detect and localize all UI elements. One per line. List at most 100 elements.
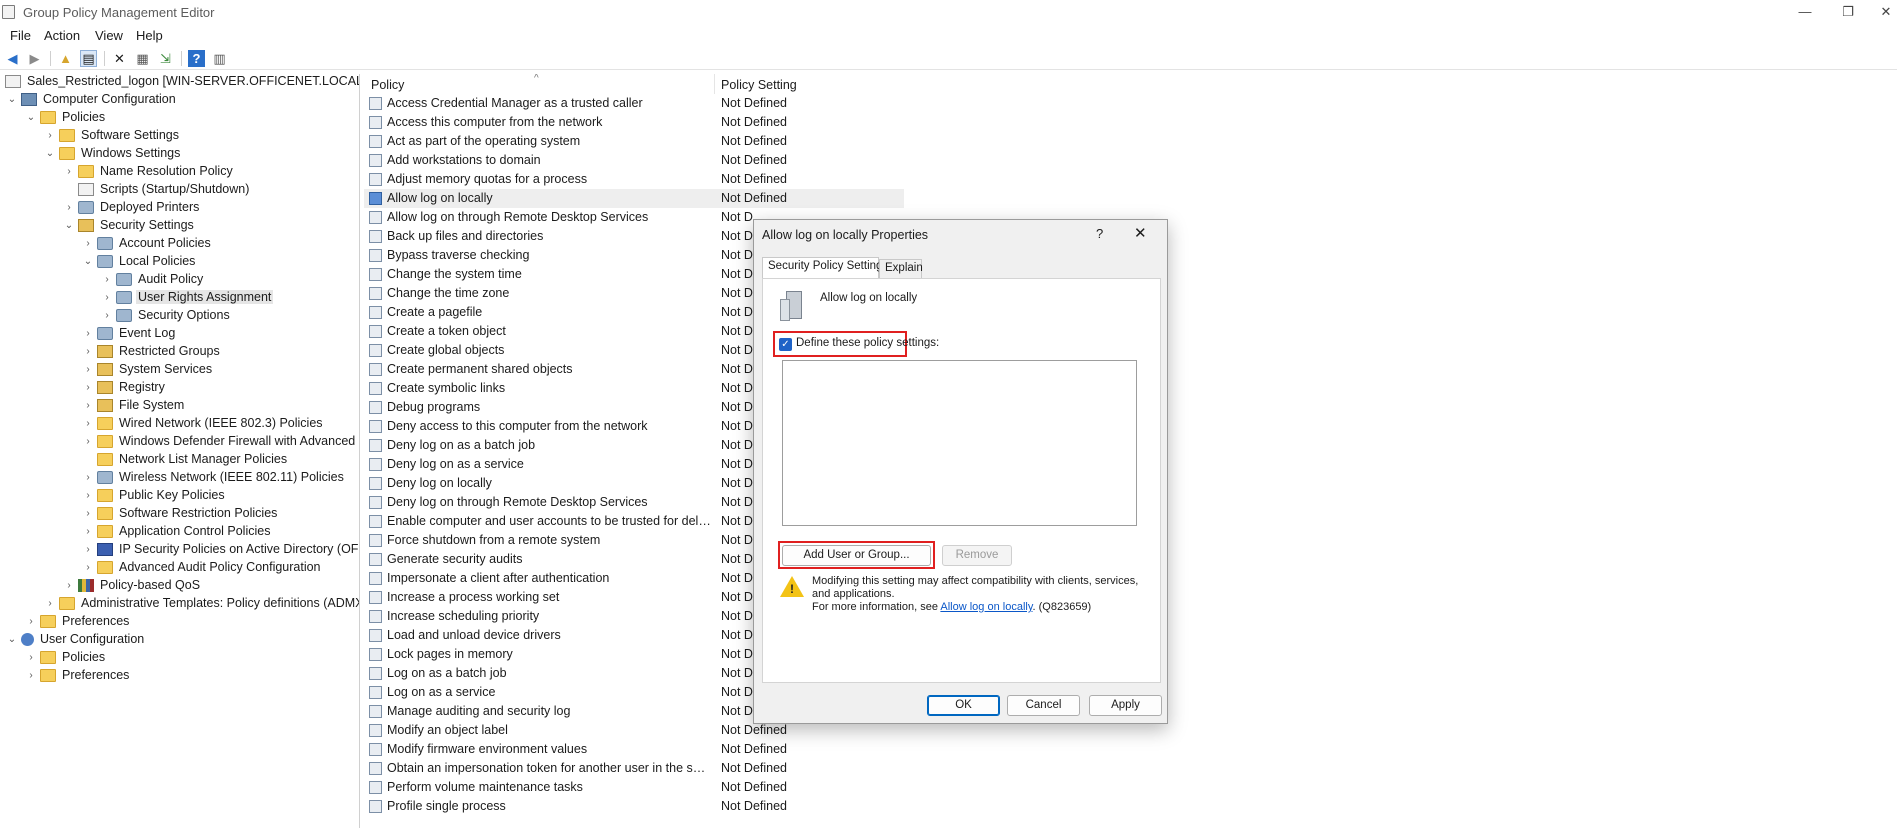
remove-button[interactable]: Remove [942, 545, 1012, 566]
tree-node[interactable]: › Name Resolution Policy [63, 162, 235, 180]
dialog-close-button[interactable]: ✕ [1134, 224, 1147, 242]
chevron-right-icon[interactable]: › [82, 346, 94, 357]
chevron-right-icon[interactable]: › [82, 544, 94, 555]
tree-node[interactable]: Scripts (Startup/Shutdown) [63, 180, 251, 198]
show-hide-tree-icon[interactable]: ▤ [80, 50, 97, 67]
tree-node[interactable]: ⌄ Computer Configuration [6, 90, 178, 108]
chevron-right-icon[interactable]: › [82, 562, 94, 573]
policy-row[interactable]: Act as part of the operating system Not D… [364, 132, 904, 151]
chevron-right-icon[interactable]: › [82, 472, 94, 483]
tab-explain[interactable]: Explain [879, 259, 923, 278]
tree-node[interactable]: › Preferences [25, 612, 131, 630]
tree-node[interactable]: › User Rights Assignment [101, 288, 274, 306]
chevron-right-icon[interactable]: › [44, 598, 56, 609]
tree-node[interactable]: › Windows Defender Firewall with Advanced… [82, 432, 359, 450]
forward-arrow-icon[interactable]: ▶ [26, 50, 43, 67]
tree-node[interactable]: › Advanced Audit Policy Configuration [82, 558, 323, 576]
chevron-right-icon[interactable]: › [25, 616, 37, 627]
tree-node[interactable]: › File System [82, 396, 186, 414]
tree-node[interactable]: › IP Security Policies on Active Director… [82, 540, 359, 558]
chevron-right-icon[interactable]: › [25, 652, 37, 663]
tree-node[interactable]: › Deployed Printers [63, 198, 201, 216]
tree-node[interactable]: ⌄ Security Settings [63, 216, 196, 234]
tree-node[interactable]: › Policies [25, 648, 107, 666]
tree-node[interactable]: ⌄ Local Policies [82, 252, 197, 270]
tree-node[interactable]: › Event Log [82, 324, 177, 342]
tree-node[interactable]: › Wired Network (IEEE 802.3) Policies [82, 414, 325, 432]
more-info-link[interactable]: Allow log on locally [940, 601, 1032, 613]
chevron-right-icon[interactable]: › [82, 418, 94, 429]
chevron-right-icon[interactable]: › [82, 382, 94, 393]
tree-node[interactable]: › Restricted Groups [82, 342, 222, 360]
up-folder-icon[interactable]: ▲ [57, 50, 74, 67]
policy-row[interactable]: Access this computer from the network Not… [364, 113, 904, 132]
chevron-down-icon[interactable]: ⌄ [44, 148, 56, 159]
tree-node[interactable]: › Software Restriction Policies [82, 504, 279, 522]
close-window-button[interactable]: ✕ [1866, 0, 1897, 24]
chevron-down-icon[interactable]: ⌄ [6, 634, 18, 645]
ok-button[interactable]: OK [927, 695, 1000, 716]
tree-node[interactable]: › Wireless Network (IEEE 802.11) Policies [82, 468, 346, 486]
chevron-right-icon[interactable]: › [82, 436, 94, 447]
policy-row[interactable]: Obtain an impersonation token for anothe… [364, 759, 904, 778]
column-header-policy-setting[interactable]: Policy Setting [721, 78, 797, 92]
chevron-down-icon[interactable]: ⌄ [82, 256, 94, 267]
back-arrow-icon[interactable]: ◀ [4, 50, 21, 67]
menu-view[interactable]: View [95, 28, 123, 43]
chevron-right-icon[interactable]: › [82, 490, 94, 501]
menu-help[interactable]: Help [136, 28, 163, 43]
tree-node[interactable]: › System Services [82, 360, 214, 378]
column-header-policy[interactable]: Policy [371, 78, 404, 92]
tree-node[interactable]: › Application Control Policies [82, 522, 272, 540]
add-user-or-group-button[interactable]: Add User or Group... [782, 545, 931, 566]
tree-node[interactable]: › Administrative Templates: Policy defini… [44, 594, 359, 612]
apply-button[interactable]: Apply [1089, 695, 1162, 716]
chevron-right-icon[interactable]: › [82, 238, 94, 249]
chevron-right-icon[interactable]: › [82, 526, 94, 537]
tree-node[interactable]: › Public Key Policies [82, 486, 227, 504]
chevron-right-icon[interactable]: › [44, 130, 56, 141]
dialog-help-button[interactable]: ? [1096, 226, 1103, 241]
chevron-right-icon[interactable]: › [63, 202, 75, 213]
tree-node[interactable]: › Software Settings [44, 126, 181, 144]
tree-node[interactable]: Sales_Restricted_logon [WIN-SERVER.OFFIC… [2, 74, 359, 90]
chevron-right-icon[interactable]: › [101, 310, 113, 321]
define-policy-checkbox[interactable]: ✓ [779, 338, 792, 351]
tree-node[interactable]: ⌄ Policies [25, 108, 107, 126]
menu-action[interactable]: Action [44, 28, 80, 43]
policy-row[interactable]: Allow log on locally Not Defined [364, 189, 904, 208]
chevron-down-icon[interactable]: ⌄ [6, 94, 18, 105]
tree-node[interactable]: › Policy-based QoS [63, 576, 202, 594]
delete-icon[interactable]: ✕ [111, 50, 128, 67]
tree-node[interactable]: ⌄ Windows Settings [44, 144, 182, 162]
minimize-button[interactable]: — [1785, 0, 1825, 24]
user-group-listbox[interactable] [782, 360, 1137, 526]
maximize-button[interactable]: ❐ [1828, 0, 1868, 24]
tree-node[interactable]: › Account Policies [82, 234, 213, 252]
chevron-right-icon[interactable]: › [101, 292, 113, 303]
column-divider[interactable] [714, 74, 715, 94]
tree-node[interactable]: › Security Options [101, 306, 232, 324]
policy-row[interactable]: Profile single process Not Defined [364, 797, 904, 816]
policy-row[interactable]: Perform volume maintenance tasks Not Defi… [364, 778, 904, 797]
help-icon[interactable]: ? [188, 50, 205, 67]
policy-row[interactable]: Access Credential Manager as a trusted c… [364, 94, 904, 113]
properties-icon[interactable]: ▦ [134, 50, 151, 67]
chevron-right-icon[interactable]: › [25, 670, 37, 681]
chevron-right-icon[interactable]: › [82, 328, 94, 339]
tree-node[interactable]: › Preferences [25, 666, 131, 684]
details-view-icon[interactable]: ▥ [211, 50, 228, 67]
export-list-icon[interactable]: ⇲ [157, 50, 174, 67]
define-policy-label[interactable]: Define these policy settings: [796, 337, 939, 349]
menu-file[interactable]: File [10, 28, 31, 43]
policy-row[interactable]: Modify firmware environment values Not De… [364, 740, 904, 759]
tree-node[interactable]: › Audit Policy [101, 270, 205, 288]
policy-row[interactable]: Add workstations to domain Not Defined [364, 151, 904, 170]
cancel-button[interactable]: Cancel [1007, 695, 1080, 716]
chevron-right-icon[interactable]: › [82, 364, 94, 375]
chevron-right-icon[interactable]: › [101, 274, 113, 285]
chevron-right-icon[interactable]: › [63, 580, 75, 591]
tree-node[interactable]: Network List Manager Policies [82, 450, 289, 468]
chevron-down-icon[interactable]: ⌄ [25, 112, 37, 123]
tree-node[interactable]: ⌄ User Configuration [6, 630, 146, 648]
